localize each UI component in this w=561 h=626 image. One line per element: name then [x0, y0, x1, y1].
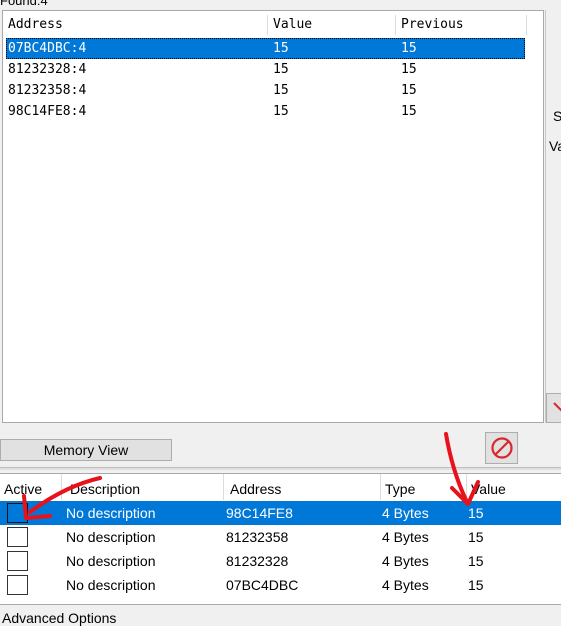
scan-results-list[interactable]: Address Value Previous 07BC4DBC:4 15 15 …: [2, 10, 544, 423]
results-row[interactable]: 81232328:4 15 15: [6, 59, 525, 80]
result-previous: 15: [401, 104, 417, 119]
result-value: 15: [273, 41, 289, 56]
result-address: 98C14FE8:4: [8, 104, 87, 119]
row-address: 98C14FE8: [226, 505, 293, 521]
active-checkbox[interactable]: [7, 503, 28, 523]
found-count-label: Found:4: [0, 0, 48, 8]
result-previous: 15: [401, 83, 417, 98]
row-value: 15: [468, 553, 484, 569]
clear-list-button[interactable]: [485, 432, 518, 464]
results-row[interactable]: 98C14FE8:4 15 15: [6, 101, 525, 122]
active-checkbox[interactable]: [7, 551, 28, 571]
address-row[interactable]: No description 81232358 4 Bytes 15: [0, 525, 561, 549]
right-panel-divider: [545, 10, 546, 423]
row-type: 4 Bytes: [382, 577, 429, 593]
no-entry-icon: [490, 437, 513, 459]
advanced-options-link[interactable]: Advanced Options: [2, 610, 116, 626]
result-value: 15: [273, 104, 289, 119]
panel-splitter[interactable]: [0, 467, 561, 470]
row-address: 81232358: [226, 529, 289, 545]
results-header-value[interactable]: Value: [268, 15, 396, 35]
results-header: Address Value Previous: [3, 15, 527, 35]
row-description: No description: [66, 553, 156, 569]
row-value: 15: [468, 505, 484, 521]
cross-icon: [553, 402, 561, 412]
result-value: 15: [273, 83, 289, 98]
active-checkbox[interactable]: [7, 575, 28, 595]
row-description: No description: [66, 505, 156, 521]
row-description: No description: [66, 529, 156, 545]
result-value: 15: [273, 62, 289, 77]
result-address: 81232358:4: [8, 83, 87, 98]
right-panel-label: S: [553, 108, 561, 124]
row-value: 15: [468, 577, 484, 593]
address-row[interactable]: No description 81232328 4 Bytes 15: [0, 549, 561, 573]
address-row[interactable]: No description 07BC4DBC 4 Bytes 15: [0, 573, 561, 597]
header-value[interactable]: Value: [467, 474, 561, 500]
results-row[interactable]: 81232358:4 15 15: [6, 80, 525, 101]
right-panel-value-label: Va: [549, 138, 561, 154]
results-header-previous[interactable]: Previous: [396, 15, 527, 35]
result-previous: 15: [401, 41, 417, 56]
row-description: No description: [66, 577, 156, 593]
result-previous: 15: [401, 62, 417, 77]
right-panel-button[interactable]: [546, 393, 561, 423]
results-row[interactable]: 07BC4DBC:4 15 15: [6, 38, 525, 59]
memory-view-button[interactable]: Memory View: [0, 439, 172, 461]
address-row[interactable]: No description 98C14FE8 4 Bytes 15: [0, 501, 561, 525]
address-list[interactable]: Active Description Address Type Value No…: [0, 473, 561, 605]
header-type[interactable]: Type: [381, 474, 467, 500]
row-type: 4 Bytes: [382, 505, 429, 521]
row-address: 81232328: [226, 553, 289, 569]
row-address: 07BC4DBC: [226, 577, 299, 593]
row-type: 4 Bytes: [382, 553, 429, 569]
header-active[interactable]: Active: [0, 474, 62, 500]
results-rows: 07BC4DBC:4 15 15 81232328:4 15 15 812323…: [6, 38, 525, 122]
header-address[interactable]: Address: [226, 474, 381, 500]
row-value: 15: [468, 529, 484, 545]
active-checkbox[interactable]: [7, 527, 28, 547]
result-address: 81232328:4: [8, 62, 87, 77]
result-address: 07BC4DBC:4: [8, 41, 87, 56]
header-description[interactable]: Description: [66, 474, 224, 500]
results-header-address[interactable]: Address: [3, 15, 268, 35]
row-type: 4 Bytes: [382, 529, 429, 545]
